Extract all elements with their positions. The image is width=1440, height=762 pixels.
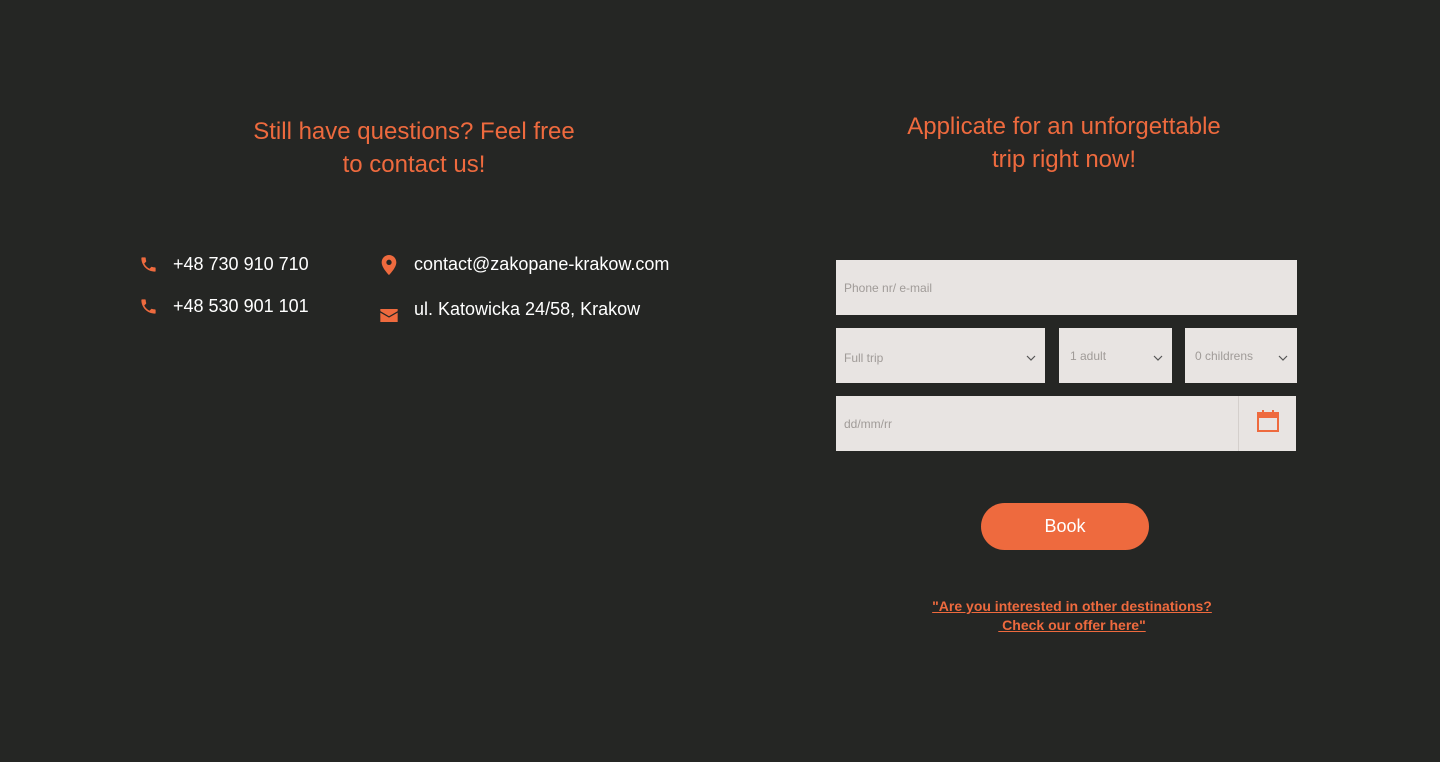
booking-heading-line1: Applicate for an unforgettable xyxy=(907,113,1221,140)
contact-heading-line2: to contact us! xyxy=(342,151,486,178)
booking-heading: Applicate for an unforgettable trip righ… xyxy=(864,110,1264,176)
date-input[interactable]: dd/mm/rr xyxy=(836,396,1238,451)
children-select[interactable]: 0 childrens xyxy=(1185,328,1297,383)
other-destinations-link[interactable]: "Are you interested in other destination… xyxy=(872,597,1272,635)
mail-icon xyxy=(379,305,399,325)
chevron-down-icon xyxy=(1152,352,1164,364)
phone-icon xyxy=(138,255,158,275)
street-address: ul. Katowicka 24/58, Krakow xyxy=(414,298,641,319)
offer-link-line2: Check our offer here" xyxy=(998,617,1146,633)
calendar-button[interactable] xyxy=(1238,396,1296,451)
book-button[interactable]: Book xyxy=(981,503,1149,550)
email-address: contact@zakopane-krakow.com xyxy=(414,254,670,274)
phone-email-input[interactable]: Phone nr/ e-mail xyxy=(836,260,1297,315)
contact-page: Still have questions? Feel free to conta… xyxy=(0,0,1440,762)
offer-link-line1: "Are you interested in other destination… xyxy=(932,598,1212,614)
contact-heading: Still have questions? Feel free to conta… xyxy=(214,115,614,181)
children-value: 0 childrens xyxy=(1195,348,1254,363)
phone-email-placeholder: Phone nr/ e-mail xyxy=(844,280,933,295)
date-placeholder: dd/mm/rr xyxy=(844,416,892,431)
contact-heading-line1: Still have questions? Feel free xyxy=(253,118,575,145)
chevron-down-icon xyxy=(1277,352,1289,364)
phone-row-1[interactable]: +48 730 910 710 xyxy=(138,254,309,275)
address-row: ul. Katowicka 24/58, Krakow xyxy=(379,293,640,325)
phone-icon xyxy=(138,297,158,317)
trip-type-select[interactable]: Full trip xyxy=(836,328,1045,383)
phone-row-2[interactable]: +48 530 901 101 xyxy=(138,296,309,317)
adults-select[interactable]: 1 adult xyxy=(1059,328,1172,383)
chevron-down-icon xyxy=(1025,352,1037,364)
booking-heading-line2: trip right now! xyxy=(991,146,1137,173)
location-pin-icon xyxy=(379,254,399,275)
phone-number-1: +48 730 910 710 xyxy=(173,254,309,274)
phone-number-2: +48 530 901 101 xyxy=(173,296,309,316)
email-row[interactable]: contact@zakopane-krakow.com xyxy=(379,254,669,275)
calendar-icon xyxy=(1256,409,1280,438)
trip-type-value: Full trip xyxy=(844,350,884,365)
adults-value: 1 adult xyxy=(1070,348,1107,363)
